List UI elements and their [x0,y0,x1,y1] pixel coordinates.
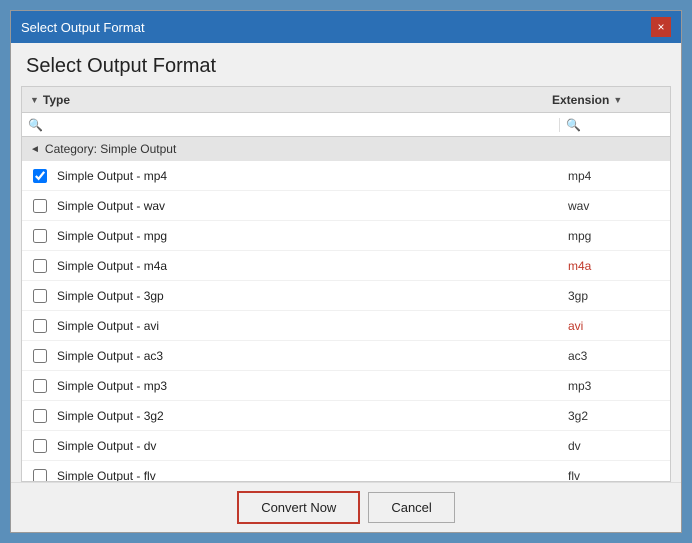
row-ext-label: mpg [560,229,670,243]
row-type-label: Simple Output - flv [57,469,560,482]
table-row: Simple Output - wavwav [22,191,670,221]
row-check-cell [22,169,57,183]
row-type-label: Simple Output - mp4 [57,169,560,183]
row-ext-label: avi [560,319,670,333]
row-check-cell [22,349,57,363]
table-row: Simple Output - 3g23g2 [22,401,670,431]
search-ext-icon: 🔍 [566,118,581,132]
search-row: 🔍 🔍 [22,113,670,137]
table-row: Simple Output - mp3mp3 [22,371,670,401]
row-checkbox[interactable] [33,469,47,482]
format-table: ▼ Type Extension ▼ 🔍 🔍 ◄ [21,86,671,482]
row-type-label: Simple Output - m4a [57,259,560,273]
dialog: Select Output Format × Select Output For… [10,10,682,533]
category-row: ◄ Category: Simple Output [22,137,670,161]
row-check-cell [22,439,57,453]
row-checkbox[interactable] [33,349,47,363]
table-row: Simple Output - mpgmpg [22,221,670,251]
dialog-footer: Convert Now Cancel [11,482,681,532]
table-row: Simple Output - mp4mp4 [22,161,670,191]
row-ext-label: flv [560,469,670,482]
row-check-cell [22,229,57,243]
row-checkbox[interactable] [33,319,47,333]
row-check-cell [22,379,57,393]
col-ext-label: Extension [552,93,609,107]
category-label: Category: Simple Output [45,142,176,156]
row-type-label: Simple Output - 3g2 [57,409,560,423]
search-ext-cell: 🔍 [560,118,670,132]
row-checkbox[interactable] [33,409,47,423]
convert-now-button[interactable]: Convert Now [237,491,360,524]
row-checkbox[interactable] [33,439,47,453]
row-check-cell [22,289,57,303]
search-ext-input[interactable] [581,118,671,132]
title-bar-text: Select Output Format [21,20,145,35]
row-type-label: Simple Output - ac3 [57,349,560,363]
row-ext-label: 3g2 [560,409,670,423]
row-ext-label: 3gp [560,289,670,303]
sort-arrow-ext: ▼ [613,95,622,105]
row-check-cell [22,469,57,482]
sort-arrow-type: ▼ [30,95,39,105]
col-type-label: Type [43,93,70,107]
row-type-label: Simple Output - mpg [57,229,560,243]
row-ext-label: m4a [560,259,670,273]
row-ext-label: dv [560,439,670,453]
row-type-label: Simple Output - mp3 [57,379,560,393]
title-bar: Select Output Format × [11,11,681,43]
search-type-input[interactable] [43,118,553,132]
row-type-label: Simple Output - dv [57,439,560,453]
table-body: ◄ Category: Simple Output Simple Output … [22,137,670,481]
col-type-header: ▼ Type [22,93,544,107]
row-checkbox[interactable] [33,169,47,183]
row-checkbox[interactable] [33,379,47,393]
row-checkbox[interactable] [33,259,47,273]
category-collapse-icon[interactable]: ◄ [30,144,40,155]
row-ext-label: ac3 [560,349,670,363]
row-checkbox[interactable] [33,199,47,213]
row-type-label: Simple Output - avi [57,319,560,333]
cancel-button[interactable]: Cancel [368,492,454,523]
table-header-row: ▼ Type Extension ▼ [22,87,670,113]
row-ext-label: wav [560,199,670,213]
row-check-cell [22,259,57,273]
dialog-heading: Select Output Format [11,43,681,86]
row-check-cell [22,319,57,333]
row-ext-label: mp3 [560,379,670,393]
search-type-icon: 🔍 [28,118,43,132]
table-row: Simple Output - dvdv [22,431,670,461]
row-type-label: Simple Output - wav [57,199,560,213]
row-check-cell [22,199,57,213]
table-row: Simple Output - 3gp3gp [22,281,670,311]
table-row: Simple Output - flvflv [22,461,670,481]
table-row: Simple Output - ac3ac3 [22,341,670,371]
search-type-cell: 🔍 [22,118,560,132]
table-row: Simple Output - m4am4a [22,251,670,281]
table-row: Simple Output - aviavi [22,311,670,341]
row-checkbox[interactable] [33,289,47,303]
row-check-cell [22,409,57,423]
row-checkbox[interactable] [33,229,47,243]
row-ext-label: mp4 [560,169,670,183]
close-button[interactable]: × [651,17,671,37]
col-ext-header: Extension ▼ [544,93,654,107]
row-type-label: Simple Output - 3gp [57,289,560,303]
